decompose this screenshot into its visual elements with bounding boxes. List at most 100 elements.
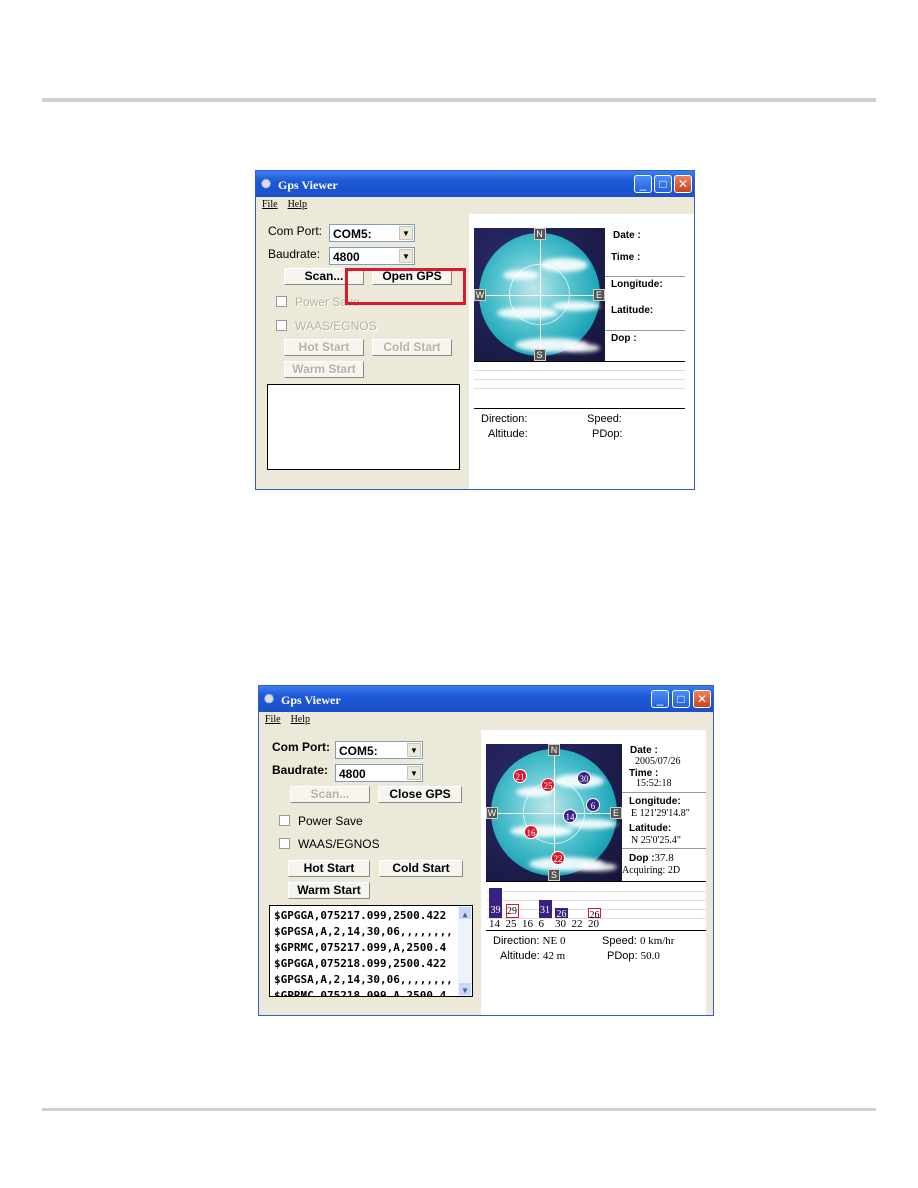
satellite-icon: ✺ [261,177,272,191]
satellite-prn: 16 [522,918,533,930]
cold-start-button[interactable]: Cold Start [372,339,452,356]
log-line: $GPRMC,075217.099,A,2500.4 [274,941,447,954]
pdop-value: 50.0 [640,950,660,962]
hot-start-button[interactable]: Hot Start [288,860,370,877]
speed-label: Speed: [587,413,622,425]
direction-label: Direction: [481,413,528,425]
log-line: $GPGSA,A,2,14,30,06,,,,,,,,,50. [274,925,454,938]
waas-egnos-checkbox[interactable]: WAAS/EGNOS [279,837,380,851]
maximize-button[interactable]: □ [654,175,672,193]
com-port-select[interactable]: COM5: ▼ [335,741,423,759]
signal-strength-chart: 39 14 29 25 16 31 6 26 30 22 26 20 [486,882,706,932]
elevation-ring [509,263,570,326]
scan-button[interactable]: Scan... [290,786,370,803]
title-bar: ✺ Gps Viewer [256,171,694,197]
latitude-value: N 25'0'25.4" [631,835,681,846]
altitude-label: Altitude: [488,428,528,440]
compass-west: W [474,288,486,301]
compass-south: S [548,869,560,881]
log-line: $GPRMC,075218.099,A,2500.4 [274,989,447,997]
log-line: $GPGGA,075217.099,2500.422 [274,909,447,922]
nmea-log[interactable] [267,384,460,470]
acquiring-status: Acquiring: 2D [622,865,681,876]
gps-viewer-window-after: ✺ Gps Viewer _ □ ✕ File Help Com Port: COM… [258,685,714,1016]
satellite-icon: ✺ [264,692,275,706]
satellite-marker: 30 [577,771,591,785]
date-label: Date : [630,745,658,756]
warm-start-button[interactable]: Warm Start [284,361,364,378]
signal-bar: 31 [538,900,552,918]
altitude-value: 42 m [542,950,566,962]
longitude-value: E 121'29'14.8" [631,808,690,819]
satellite-prn: 20 [588,918,599,930]
minimize-button[interactable]: _ [634,175,652,193]
hot-start-button[interactable]: Hot Start [284,339,364,356]
direction-value: NE 0 [542,935,566,947]
compass-east: E [593,288,605,301]
log-line: $GPGSA,A,2,14,30,06,,,,,,,,,50. [274,973,454,986]
satellite-marker: 14 [563,809,577,823]
satellite-marker: 21 [513,769,527,783]
longitude-label: Longitude: [611,279,663,290]
window-title: Gps Viewer [278,178,338,192]
power-save-checkbox[interactable]: Power Save [279,814,363,828]
cold-start-button[interactable]: Cold Start [379,860,463,877]
com-port-label: Com Port: [268,224,323,238]
menu-bar: File Help [262,199,317,210]
sky-view: N S W E [474,228,605,361]
baudrate-label: Baudrate: [268,247,321,261]
longitude-label: Longitude: [629,796,681,807]
close-gps-button[interactable]: Close GPS [378,786,462,803]
menu-help[interactable]: Help [291,714,310,725]
menu-file[interactable]: File [265,714,281,725]
compass-north: N [548,744,560,756]
scrollbar[interactable]: ▲ ▼ [458,906,472,996]
altitude-label: Altitude: [500,950,540,962]
time-label: Time : [611,252,641,263]
satellite-marker: 16 [524,825,538,839]
satellite-marker: 22 [551,851,565,865]
signal-bar: 26 [555,908,568,920]
baudrate-select[interactable]: 4800 ▼ [329,247,415,265]
close-button[interactable]: ✕ [693,690,711,708]
signal-bar: 29 [505,903,519,918]
scroll-down-icon[interactable]: ▼ [459,983,471,995]
baudrate-select[interactable]: 4800 ▼ [335,764,423,782]
satellite-prn: 6 [538,918,545,930]
waas-egnos-checkbox[interactable]: WAAS/EGNOS [276,319,377,333]
log-line: $GPGGA,075218.099,2500.422 [274,957,447,970]
latitude-label: Latitude: [611,305,654,316]
close-button[interactable]: ✕ [674,175,692,193]
minimize-button[interactable]: _ [651,690,669,708]
maximize-button[interactable]: □ [672,690,690,708]
window-title: Gps Viewer [281,693,341,707]
com-port-label: Com Port: [272,740,330,754]
dop-value: 37.8 [654,852,674,864]
latitude-label: Latitude: [629,823,672,834]
dop-label: Dop : [629,853,655,864]
menu-help[interactable]: Help [288,199,307,210]
footer-rule [42,1108,876,1111]
satellite-prn: 14 [489,918,500,930]
signal-bar: 39 [489,887,502,918]
compass-north: N [533,228,546,240]
title-bar: ✺ Gps Viewer [259,686,713,712]
sky-view: N S W E 21 25 30 6 14 16 22 [486,744,622,881]
nmea-log[interactable]: $GPGGA,075217.099,2500.422 $GPGSA,A,2,14,… [269,905,473,997]
satellite-prn: 25 [505,918,517,930]
warm-start-button[interactable]: Warm Start [288,882,370,899]
satellite-marker: 6 [586,798,600,812]
direction-label: Direction: [493,935,540,947]
scroll-up-icon[interactable]: ▲ [459,907,471,919]
compass-east: E [610,806,622,819]
chevron-down-icon: ▼ [399,226,413,240]
menu-file[interactable]: File [262,199,278,210]
chevron-down-icon: ▼ [399,249,413,263]
pdop-label: PDop: [607,950,638,962]
dop-label: Dop : [611,333,637,344]
cloud [563,343,600,352]
satellite-prn: 30 [555,918,566,930]
header-rule [42,98,876,102]
com-port-select[interactable]: COM5: ▼ [329,224,415,242]
signal-bar: 26 [588,908,601,921]
